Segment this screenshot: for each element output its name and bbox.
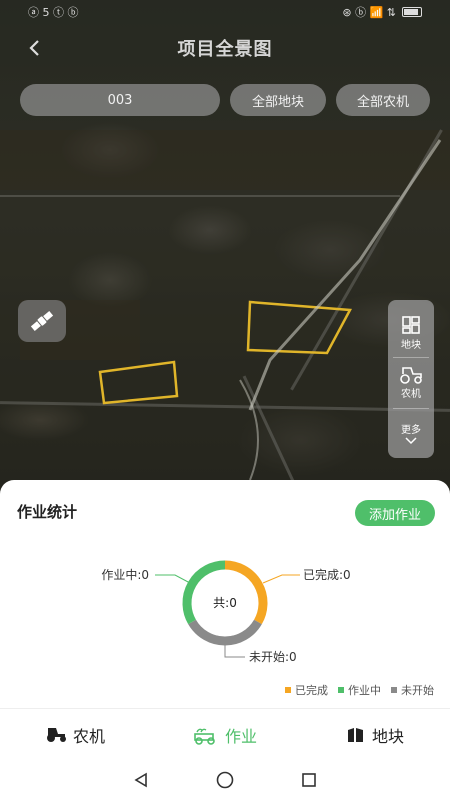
battery-icon [402, 7, 422, 17]
chevron-down-icon [405, 437, 417, 444]
done-leader-line [262, 574, 300, 584]
more-button[interactable]: 更多 [388, 409, 434, 458]
nav-home-icon[interactable] [215, 770, 235, 790]
donut-center-label: 共:0 [213, 596, 237, 610]
system-nav-bar [0, 760, 450, 800]
legend-item-working: 作业中 [338, 682, 381, 698]
tab-plots[interactable]: 地块 [300, 709, 450, 760]
donut-segment-done [224, 560, 268, 625]
donut-segment-working [182, 560, 226, 625]
donut-legend: 已完成 作业中 未开始 [285, 682, 434, 698]
tab-machines-label: 农机 [72, 726, 105, 746]
status-bar: ⓐ 5 ⓣ ⓑ ⊛ ⓑ 📶 ⇅ [0, 0, 450, 24]
filter-bar: 003 全部地块 全部农机 [20, 84, 430, 116]
tab-work[interactable]: 作业 [150, 709, 300, 760]
plot-filter-select[interactable]: 全部地块 [230, 84, 326, 116]
status-left: ⓐ 5 ⓣ ⓑ [28, 6, 79, 19]
nav-recents-icon[interactable] [300, 771, 318, 789]
tab-plots-label: 地块 [371, 726, 404, 746]
plot-outline [98, 360, 179, 405]
tab-machines[interactable]: 农机 [0, 709, 150, 760]
tab-work-label: 作业 [224, 726, 257, 746]
working-count-label: 作业中:0 [101, 567, 149, 582]
map-layer-panel: 地块 农机 更多 [388, 300, 434, 458]
machine-filter-select[interactable]: 全部农机 [336, 84, 430, 116]
working-leader-line [155, 574, 191, 584]
stats-sheet: 作业统计 添加作业 共:0 作业中:0 已完成:0 未开始:0 已完成 作业中 … [0, 480, 450, 800]
done-count-label: 已完成:0 [303, 567, 351, 582]
chevron-left-icon [29, 40, 39, 56]
machine-layer-button[interactable]: 农机 [388, 358, 434, 407]
pending-count-label: 未开始:0 [249, 650, 297, 664]
status-right: ⊛ ⓑ 📶 ⇅ [342, 6, 396, 19]
page-title: 项目全景图 [177, 39, 273, 60]
plot-layer-button[interactable]: 地块 [388, 308, 434, 357]
tractor-icon [46, 727, 66, 742]
nav-back-icon[interactable] [132, 771, 150, 789]
project-search-input[interactable]: 003 [20, 84, 220, 116]
plot-layer-label: 地块 [401, 340, 421, 352]
tractor-icon [400, 367, 422, 385]
satellite-map[interactable] [0, 0, 450, 500]
legend-item-pending: 未开始 [391, 682, 434, 698]
work-icon [194, 728, 215, 745]
donut-segment-pending [188, 619, 262, 646]
plot-icon [347, 727, 363, 742]
satellite-icon [30, 310, 54, 332]
plot-grid-icon [402, 316, 420, 334]
plot-outlines [98, 139, 442, 481]
top-bar: 项目全景图 [0, 30, 450, 66]
bottom-tab-bar: 农机 作业 地块 [0, 708, 450, 760]
satellite-toggle-button[interactable] [18, 300, 66, 342]
more-label: 更多 [401, 424, 421, 436]
machine-layer-label: 农机 [401, 389, 421, 401]
back-button[interactable] [22, 34, 50, 62]
work-status-donut: 共:0 作业中:0 已完成:0 未开始:0 [101, 560, 351, 664]
legend-item-done: 已完成 [285, 682, 328, 698]
